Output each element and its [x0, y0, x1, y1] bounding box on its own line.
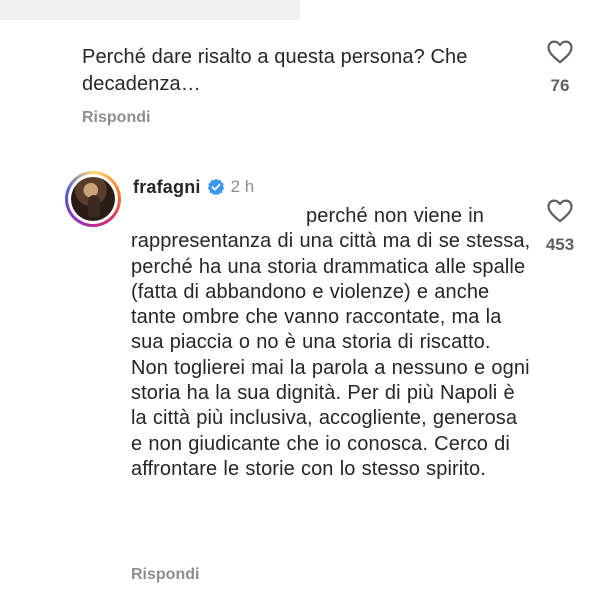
timestamp: 2 h: [230, 177, 255, 196]
verified-badge-icon: [207, 178, 224, 196]
comment-top: Perché dare risalto a questa persona? Ch…: [0, 0, 603, 150]
heart-outline-icon[interactable]: [547, 40, 573, 64]
comment-text: Perché dare risalto a questa persona? Ch…: [82, 46, 468, 95]
like-count: 453: [545, 235, 575, 254]
redacted-mention: [131, 221, 306, 222]
comment-text: perché non viene in rappresentanza di un…: [131, 205, 531, 480]
comments-screen: Perché dare risalto a questa persona? Ch…: [0, 0, 603, 607]
comment-body: perché non viene in rappresentanza di un…: [131, 204, 531, 482]
comment-header: frafagni 2 h: [133, 176, 254, 198]
avatar[interactable]: [65, 171, 121, 227]
reply-button[interactable]: Rispondi: [82, 109, 150, 127]
like-column-main: 453: [535, 199, 585, 255]
redacted-area: [0, 0, 300, 20]
avatar-figure: [88, 195, 100, 217]
avatar-photo: [71, 177, 115, 221]
like-column-top: 76: [535, 40, 585, 96]
heart-outline-icon[interactable]: [547, 199, 573, 223]
reply-button[interactable]: Rispondi: [131, 566, 199, 584]
like-count: 76: [550, 76, 570, 95]
username[interactable]: frafagni: [133, 177, 201, 198]
